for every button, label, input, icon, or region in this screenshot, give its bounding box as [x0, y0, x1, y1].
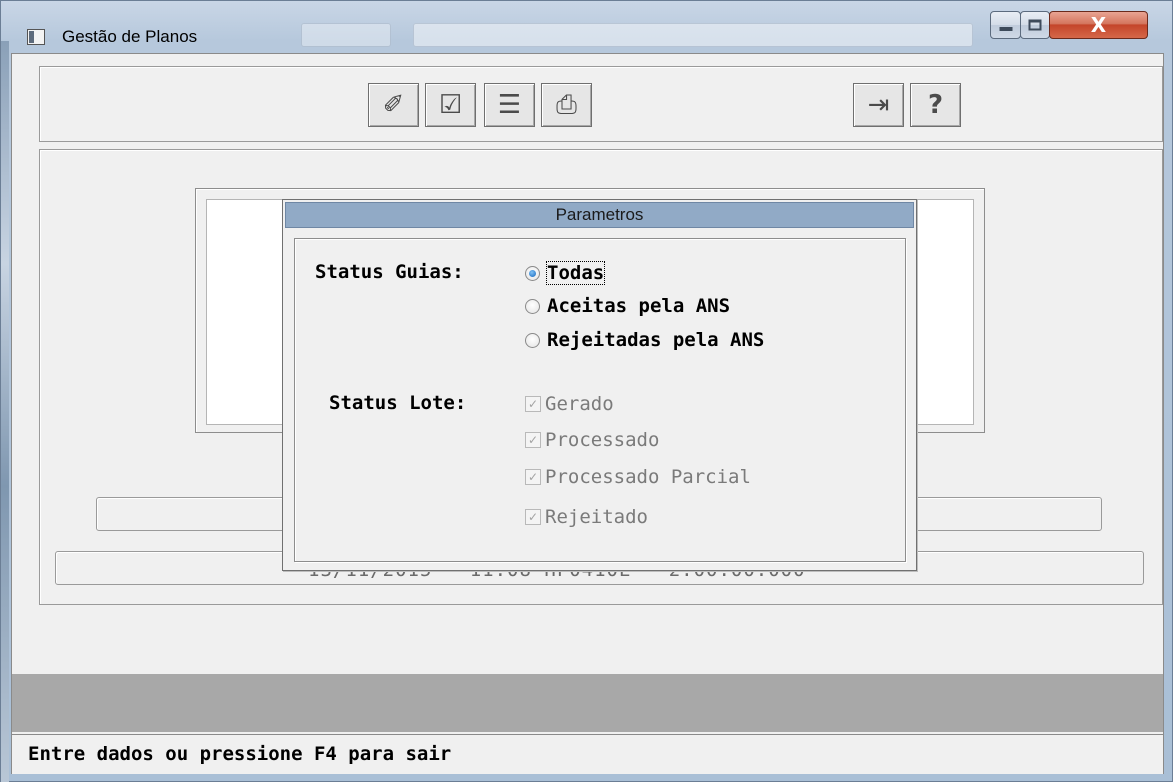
radio-rejeitadas[interactable]: Rejeitadas pela ANS: [525, 327, 764, 353]
checkbox-label-processado-parcial: Processado Parcial: [545, 466, 751, 488]
checkbox-checked-icon[interactable]: ✓: [525, 509, 541, 525]
status-bar: Entre dados ou pressione F4 para sair: [12, 734, 1163, 774]
maximize-button[interactable]: [1020, 11, 1050, 39]
checkbox-checked-icon[interactable]: ✓: [525, 469, 541, 485]
print-button[interactable]: ⎙: [541, 83, 592, 127]
checkbox-label-gerado: Gerado: [545, 393, 614, 415]
help-button[interactable]: ?: [910, 83, 961, 127]
checklist-icon: ☑: [438, 90, 463, 120]
printer-icon: ⎙: [556, 90, 577, 120]
radio-icon[interactable]: [525, 332, 540, 348]
checklist-button[interactable]: ☑: [425, 83, 476, 127]
titlebar-glass: [413, 23, 973, 47]
checkbox-checked-icon[interactable]: ✓: [525, 396, 541, 412]
edit-icon: ✐: [382, 90, 405, 120]
exit-icon: ⇥: [867, 90, 890, 120]
checkbox-rejeitado[interactable]: ✓ Rejeitado: [525, 504, 648, 530]
parametros-dialog: Parametros Status Guias: Todas Aceitas p…: [282, 199, 917, 571]
radio-selected-icon[interactable]: [525, 265, 540, 281]
close-button[interactable]: X: [1049, 11, 1148, 39]
status-message: Entre dados ou pressione F4 para sair: [28, 743, 452, 765]
checkbox-label-rejeitado: Rejeitado: [545, 506, 648, 528]
radio-icon[interactable]: [525, 298, 540, 314]
app-window: Gestão de Planos X ✐ ☑ ☰ ⎙ ⇥ ? Entre dad…: [0, 0, 1173, 782]
status-lote-label: Status Lote:: [329, 392, 467, 414]
toolbar: ✐ ☑ ☰ ⎙ ⇥ ?: [39, 66, 1163, 142]
radio-label-aceitas: Aceitas pela ANS: [547, 295, 731, 317]
window-border: [1, 41, 9, 782]
message-band: [12, 674, 1163, 732]
radio-todas[interactable]: Todas: [525, 260, 606, 286]
list-icon: ☰: [497, 90, 522, 120]
app-icon[interactable]: [27, 29, 45, 45]
help-icon: ?: [927, 90, 944, 120]
checkbox-label-processado: Processado: [545, 429, 660, 451]
title-bar[interactable]: Gestão de Planos X: [1, 1, 1173, 47]
edit-button[interactable]: ✐: [368, 83, 419, 127]
status-guias-label: Status Guias:: [315, 261, 464, 283]
dialog-body: Status Guias: Todas Aceitas pela ANS Rej…: [294, 238, 906, 562]
dialog-title: Parametros: [555, 205, 644, 224]
radio-aceitas[interactable]: Aceitas pela ANS: [525, 293, 730, 319]
dialog-title-bar[interactable]: Parametros: [285, 202, 914, 228]
radio-label-rejeitadas: Rejeitadas pela ANS: [547, 329, 765, 351]
checkbox-checked-icon[interactable]: ✓: [525, 432, 541, 448]
maximize-icon: [1028, 19, 1042, 31]
minimize-button[interactable]: [990, 11, 1021, 39]
window-title: Gestão de Planos: [62, 27, 198, 46]
close-icon: X: [1090, 13, 1107, 37]
checkbox-processado-parcial[interactable]: ✓ Processado Parcial: [525, 464, 751, 490]
minimize-icon: [999, 27, 1012, 31]
exit-button[interactable]: ⇥: [853, 83, 904, 127]
radio-label-todas: Todas: [545, 261, 606, 285]
checkbox-gerado[interactable]: ✓ Gerado: [525, 391, 614, 417]
taskbar-ghost: [301, 23, 391, 47]
list-button[interactable]: ☰: [484, 83, 535, 127]
checkbox-processado[interactable]: ✓ Processado: [525, 427, 659, 453]
